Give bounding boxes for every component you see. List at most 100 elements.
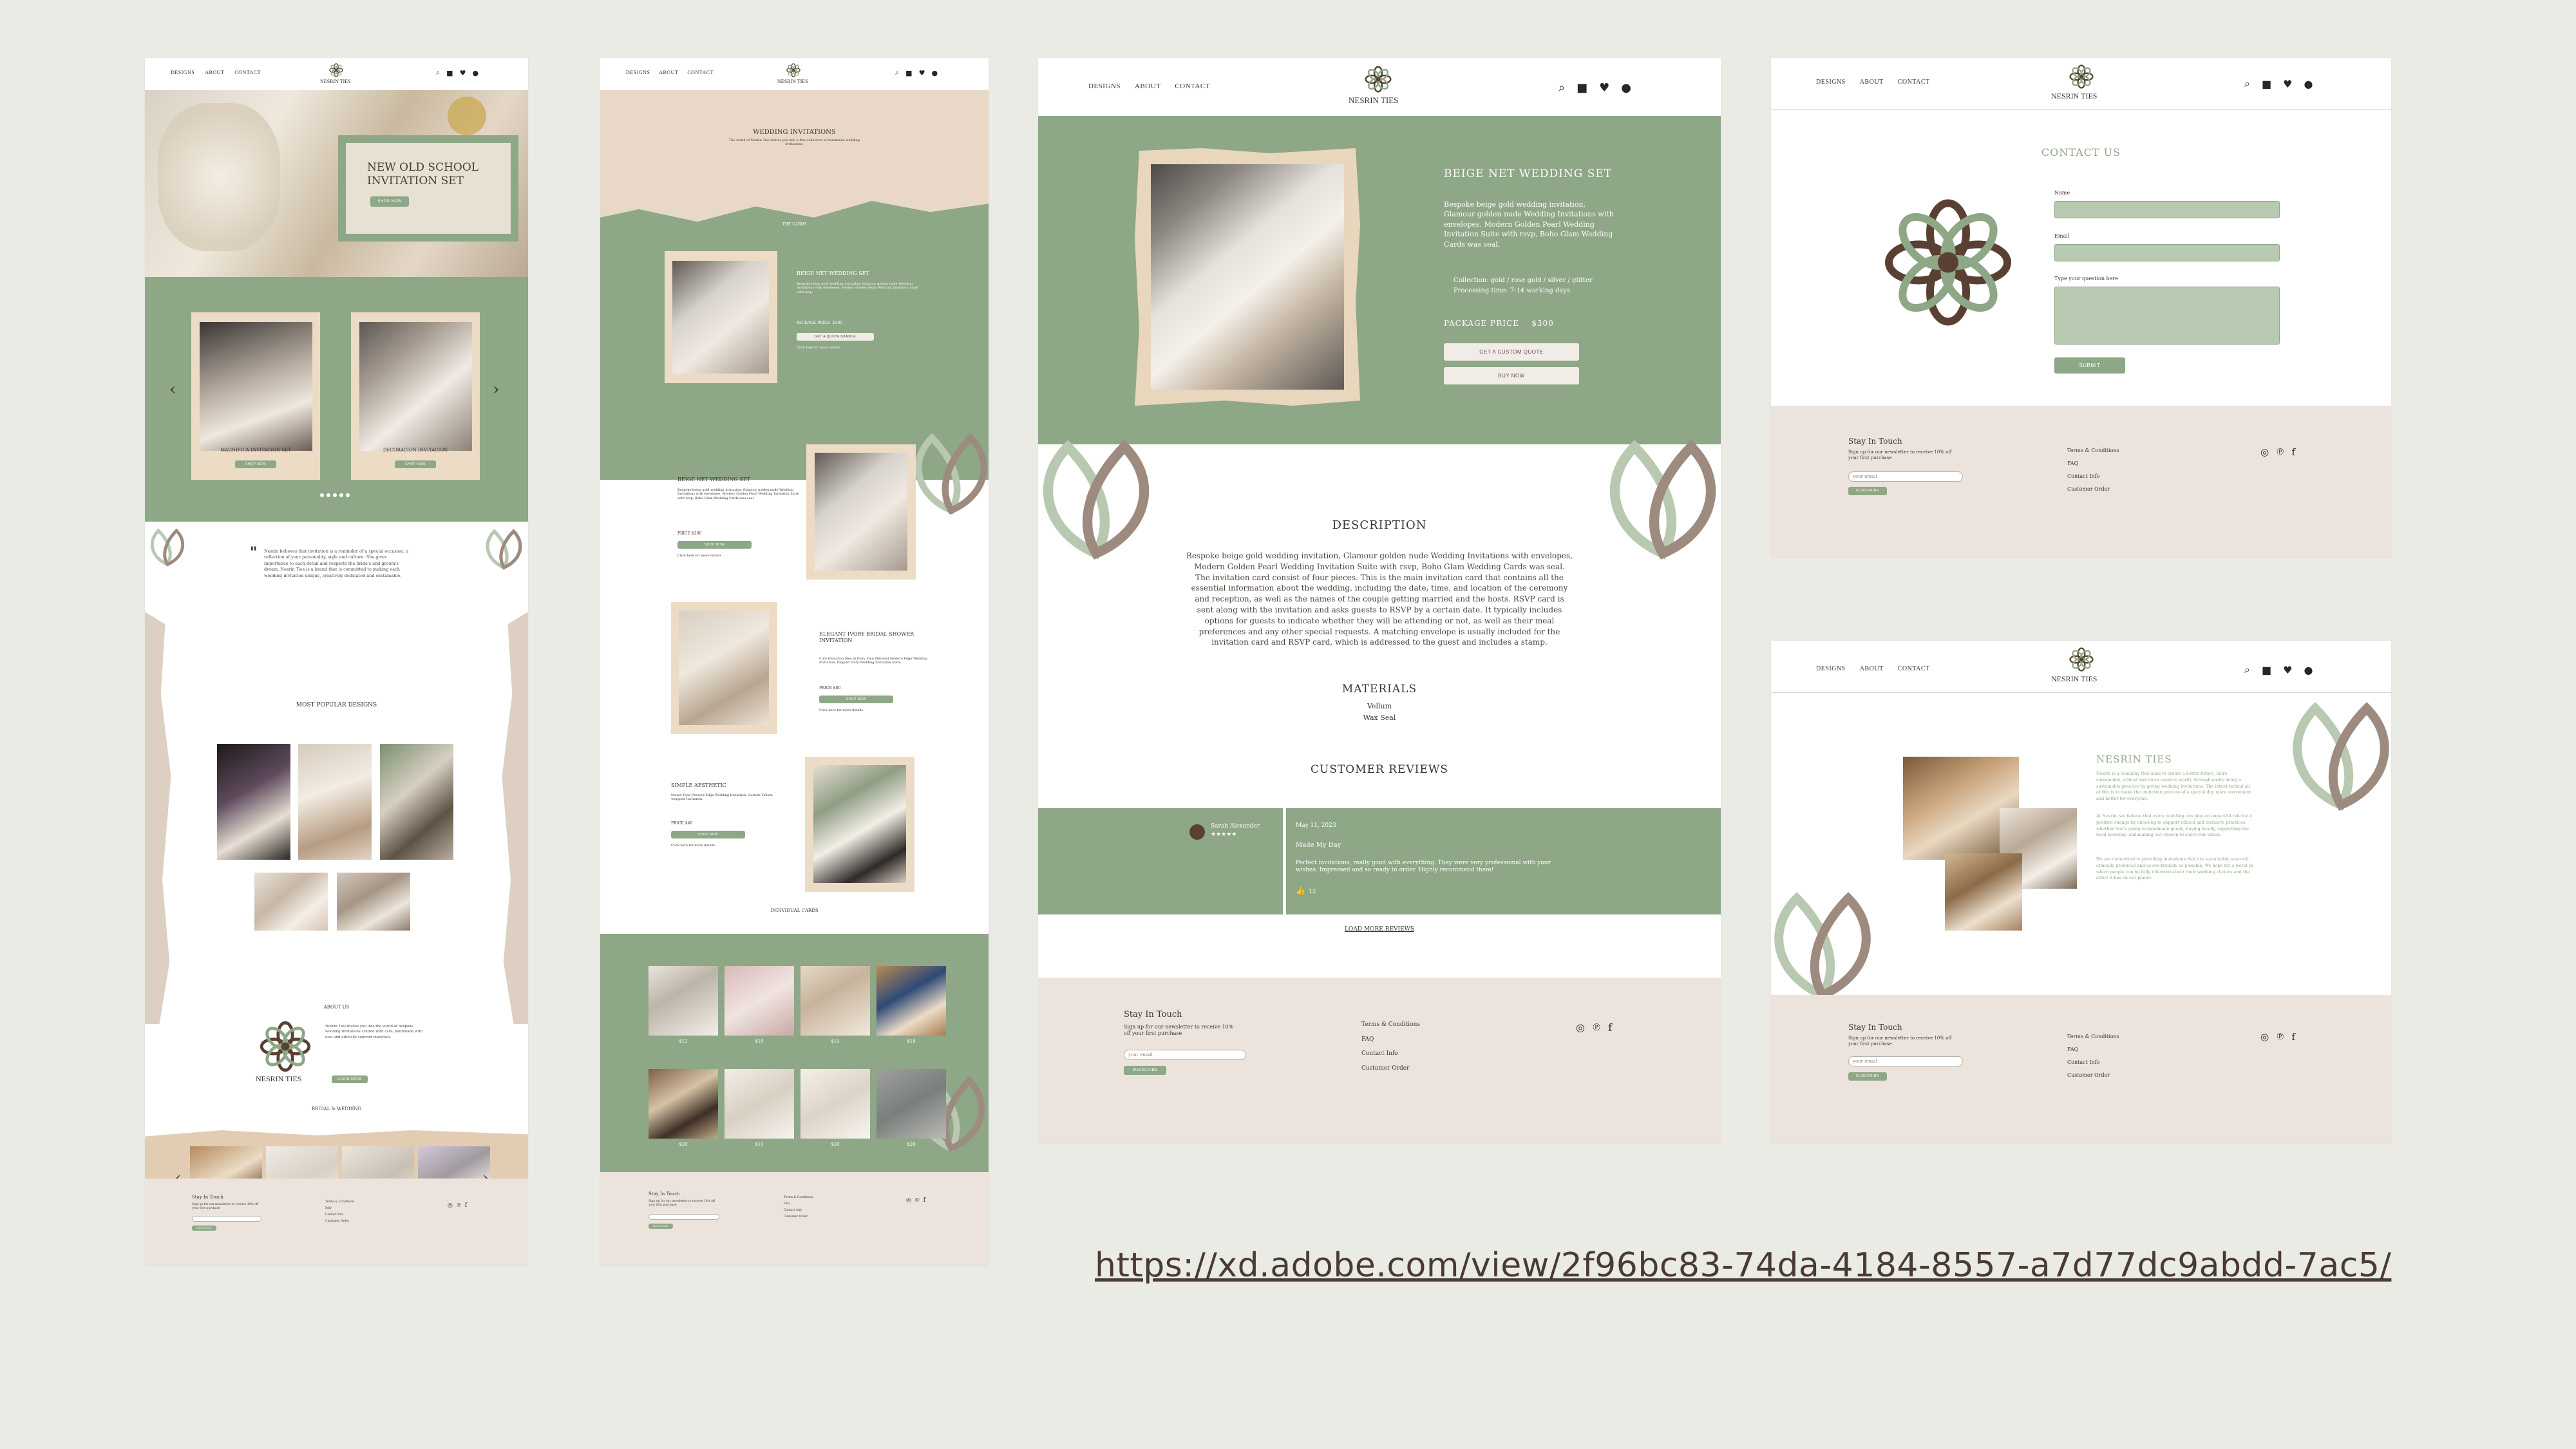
search-icon[interactable]: ⌕ <box>1558 81 1565 95</box>
slider-dot[interactable] <box>333 493 337 497</box>
nav-about[interactable]: ABOUT <box>205 70 224 75</box>
nav-about[interactable]: ABOUT <box>1860 665 1884 672</box>
hero-button[interactable]: SHOP NOW <box>370 196 409 207</box>
pinterest-icon[interactable]: ℗ <box>915 1197 920 1204</box>
contact-footer-email-input[interactable]: your email <box>1848 471 1963 482</box>
instagram-icon[interactable]: ◎ <box>906 1197 911 1204</box>
bag-icon[interactable]: ■ <box>2262 78 2271 90</box>
footer-link[interactable]: FAQ <box>2067 1043 2119 1056</box>
slider-button-1[interactable]: SHOP NOW <box>235 460 276 468</box>
bag-icon[interactable]: ■ <box>1577 81 1587 95</box>
designs-footer-email-input[interactable] <box>649 1214 719 1220</box>
user-icon[interactable]: ● <box>472 69 478 77</box>
heart-icon[interactable]: ♥ <box>1599 81 1609 95</box>
bag-icon[interactable]: ■ <box>446 69 453 77</box>
instagram-icon[interactable]: ◎ <box>2260 446 2269 458</box>
footer-link[interactable]: Contact Info <box>784 1208 813 1214</box>
user-icon[interactable]: ● <box>2304 78 2313 90</box>
product-image[interactable] <box>1151 164 1344 390</box>
facebook-icon[interactable]: f <box>1608 1021 1612 1034</box>
featured-link[interactable]: Click here for more details <box>797 346 840 350</box>
nav-designs[interactable]: DESIGNS <box>1816 79 1846 86</box>
nav-contact[interactable]: CONTACT <box>1898 665 1930 672</box>
footer-link[interactable]: Customer Order <box>1361 1061 1420 1076</box>
about-footer-subscribe[interactable]: SUBSCRIBE <box>1848 1072 1887 1081</box>
popular-image-2[interactable] <box>298 744 372 860</box>
footer-link[interactable]: Customer Order <box>784 1214 813 1220</box>
facebook-icon[interactable]: f <box>923 1197 925 1204</box>
pinterest-icon[interactable]: ℗ <box>457 1202 461 1209</box>
buy-now-button[interactable]: BUY NOW <box>1444 367 1579 384</box>
nav-contact[interactable]: CONTACT <box>687 70 714 75</box>
footer-link[interactable]: Terms & Conditions <box>325 1199 354 1206</box>
heart-icon[interactable]: ♥ <box>919 69 925 77</box>
pinterest-icon[interactable]: ℗ <box>2277 446 2284 458</box>
heart-icon[interactable]: ♥ <box>2283 664 2292 676</box>
heart-icon[interactable]: ♥ <box>2283 78 2292 90</box>
instagram-icon[interactable]: ◎ <box>1576 1021 1585 1034</box>
footer-link[interactable]: Terms & Conditions <box>2067 444 2119 457</box>
card-image[interactable] <box>800 1069 870 1139</box>
logo-icon[interactable] <box>2067 64 2096 89</box>
logo-icon[interactable] <box>784 63 802 77</box>
popular-image-3[interactable] <box>380 744 453 860</box>
nav-designs[interactable]: DESIGNS <box>1088 82 1121 90</box>
footer-link[interactable]: FAQ <box>784 1201 813 1208</box>
footer-link[interactable]: Terms & Conditions <box>784 1195 813 1201</box>
slider-dot[interactable] <box>327 493 330 497</box>
card-image[interactable] <box>876 1069 946 1139</box>
nav-about[interactable]: ABOUT <box>1860 79 1884 86</box>
nav-about[interactable]: ABOUT <box>659 70 678 75</box>
nav-contact[interactable]: CONTACT <box>234 70 261 75</box>
pinterest-icon[interactable]: ℗ <box>1593 1021 1600 1034</box>
footer-link[interactable]: Customer Order <box>325 1218 354 1225</box>
contact-footer-subscribe[interactable]: SUBSCRIBE <box>1848 487 1887 495</box>
search-icon[interactable]: ⌕ <box>2244 77 2250 90</box>
pinterest-icon[interactable]: ℗ <box>2277 1030 2284 1043</box>
search-icon[interactable]: ⌕ <box>436 68 440 77</box>
list-item-button[interactable]: SHOP NOW <box>677 541 752 549</box>
nav-designs[interactable]: DESIGNS <box>1816 665 1846 672</box>
heart-icon[interactable]: ♥ <box>460 69 466 77</box>
nav-designs[interactable]: DESIGNS <box>626 70 650 75</box>
bag-icon[interactable]: ■ <box>2262 664 2271 676</box>
user-icon[interactable]: ● <box>931 69 938 77</box>
footer-link[interactable]: Customer Order <box>2067 483 2119 496</box>
slider-next-icon[interactable]: › <box>493 380 499 399</box>
home-footer-subscribe[interactable]: SUBSCRIBE <box>192 1226 216 1231</box>
load-more-reviews[interactable]: LOAD MORE REVIEWS <box>1038 926 1721 933</box>
about-button[interactable]: LEARN MORE <box>332 1075 368 1083</box>
footer-link[interactable]: FAQ <box>325 1206 354 1212</box>
list-item-image[interactable] <box>679 611 769 725</box>
designs-footer-subscribe[interactable]: SUBSCRIBE <box>649 1224 673 1229</box>
product-footer-email-input[interactable]: your email <box>1124 1050 1246 1060</box>
search-icon[interactable]: ⌕ <box>2244 663 2250 676</box>
facebook-icon[interactable]: f <box>465 1202 467 1209</box>
logo-icon[interactable] <box>2067 647 2096 672</box>
slider-dot[interactable] <box>339 493 343 497</box>
search-icon[interactable]: ⌕ <box>895 68 899 77</box>
custom-quote-button[interactable]: GET A CUSTOM QUOTE <box>1444 343 1579 361</box>
product-footer-subscribe[interactable]: SUBSCRIBE <box>1124 1066 1166 1075</box>
instagram-icon[interactable]: ◎ <box>448 1202 453 1209</box>
bag-icon[interactable]: ■ <box>905 69 912 77</box>
email-field[interactable] <box>2054 244 2280 261</box>
featured-image[interactable] <box>672 261 769 374</box>
nav-designs[interactable]: DESIGNS <box>171 70 194 75</box>
facebook-icon[interactable]: f <box>2292 1031 2296 1043</box>
xd-prototype-link[interactable]: https://xd.adobe.com/view/2f96bc83-74da-… <box>1095 1246 2391 1285</box>
footer-link[interactable]: Contact Info <box>1361 1046 1420 1061</box>
home-footer-email-input[interactable] <box>192 1216 261 1222</box>
slider-prev-icon[interactable]: ‹ <box>169 380 176 399</box>
question-field[interactable] <box>2054 287 2280 345</box>
list-item-link[interactable]: Click here for more details <box>819 708 863 712</box>
nav-about[interactable]: ABOUT <box>1135 82 1160 90</box>
facebook-icon[interactable]: f <box>2292 446 2296 458</box>
list-item-image[interactable] <box>813 765 906 883</box>
card-image[interactable] <box>724 966 794 1036</box>
footer-link[interactable]: Contact Info <box>2067 1056 2119 1069</box>
popular-image-4[interactable] <box>254 873 328 931</box>
user-icon[interactable]: ● <box>1621 81 1631 95</box>
card-image[interactable] <box>800 966 870 1036</box>
list-item-button[interactable]: SHOP NOW <box>671 831 745 838</box>
